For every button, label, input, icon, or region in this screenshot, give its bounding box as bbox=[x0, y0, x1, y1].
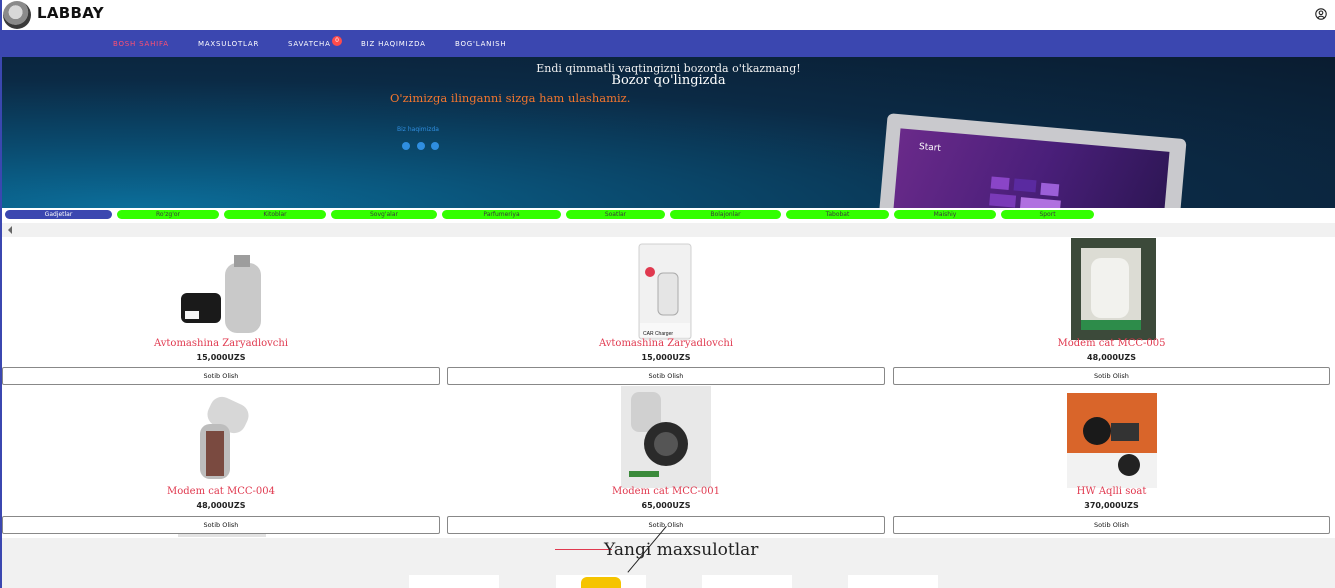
category-watches[interactable]: Soatlar bbox=[566, 210, 665, 219]
buy-button[interactable]: Sotib Olish bbox=[2, 367, 440, 385]
logo-image[interactable] bbox=[3, 1, 31, 29]
screen-tile bbox=[989, 193, 1017, 208]
hero-title: Bozor qo'lingizda bbox=[611, 73, 726, 88]
laptop-screen: Start bbox=[891, 128, 1170, 208]
category-household[interactable]: Ro'zg'or bbox=[117, 210, 219, 219]
nav-contact[interactable]: BOG'LANISH bbox=[455, 40, 506, 48]
section-title: Yangi maxsulotlar bbox=[604, 540, 759, 560]
product-image[interactable] bbox=[1067, 393, 1157, 488]
category-perfume[interactable]: Parfumeriya bbox=[442, 210, 561, 219]
product-name[interactable]: Avtomashina Zaryadlovchi bbox=[447, 338, 885, 349]
screen-tile bbox=[1013, 178, 1037, 193]
category-home-appliances[interactable]: Maishiy bbox=[894, 210, 996, 219]
product-price: 48,000UZS bbox=[196, 501, 246, 510]
product-price: 48,000UZS bbox=[1087, 353, 1136, 362]
category-gadgets[interactable]: Gadjetlar bbox=[5, 210, 112, 219]
category-sport[interactable]: Sport bbox=[1001, 210, 1094, 219]
user-circle-icon[interactable] bbox=[1315, 8, 1327, 20]
thumb-toy bbox=[581, 577, 621, 588]
telegram-icon[interactable] bbox=[431, 142, 439, 150]
product-name[interactable]: Modem cat MCC-001 bbox=[447, 486, 885, 497]
category-gifts[interactable]: Sovg'alar bbox=[331, 210, 437, 219]
instagram-icon[interactable] bbox=[417, 142, 425, 150]
category-medicine[interactable]: Tabobat bbox=[786, 210, 889, 219]
hero-banner: Endi qimmatli vaqtingizni bozorda o'tkaz… bbox=[2, 57, 1335, 208]
box-label: CAR Charger bbox=[643, 331, 673, 337]
product-price: 370,000UZS bbox=[1084, 501, 1139, 510]
product-name[interactable]: Avtomashina Zaryadlovchi bbox=[2, 338, 440, 349]
top-header: LABBAY bbox=[0, 0, 1335, 30]
product-name[interactable]: Modem cat MCC-004 bbox=[2, 486, 440, 497]
main-nav: BOSH SAHIFA MAXSULOTLAR SAVATCHA 0 BIZ H… bbox=[2, 30, 1335, 57]
new-product-thumb[interactable] bbox=[848, 575, 938, 588]
hero-subtitle: O'zimizga ilinganni sizga ham ulashamiz. bbox=[390, 91, 631, 105]
screen-start-text: Start bbox=[918, 142, 942, 154]
screen-tile bbox=[1040, 182, 1060, 197]
product-image[interactable] bbox=[621, 386, 711, 488]
product-name[interactable]: HW Aqlli soat bbox=[893, 486, 1330, 497]
nav-products[interactable]: MAXSULOTLAR bbox=[198, 40, 259, 48]
product-name[interactable]: Modem cat MCC-005 bbox=[893, 338, 1330, 349]
new-product-thumb[interactable] bbox=[409, 575, 499, 588]
laptop-image: Start bbox=[877, 113, 1187, 208]
product-price: 65,000UZS bbox=[641, 501, 691, 510]
screen-tile bbox=[1019, 197, 1061, 208]
nav-home[interactable]: BOSH SAHIFA bbox=[113, 40, 169, 48]
new-product-thumb[interactable] bbox=[702, 575, 792, 588]
left-border bbox=[0, 0, 2, 588]
product-price: 15,000UZS bbox=[641, 353, 691, 362]
buy-button[interactable]: Sotib Olish bbox=[893, 516, 1330, 534]
about-link[interactable]: Biz haqimizda bbox=[397, 126, 439, 133]
divider bbox=[178, 534, 266, 537]
brand-name[interactable]: LABBAY bbox=[37, 4, 104, 22]
new-product-thumb[interactable] bbox=[556, 575, 646, 588]
filter-bar bbox=[2, 223, 1335, 237]
nav-cart[interactable]: SAVATCHA bbox=[288, 40, 331, 48]
category-kids[interactable]: Bolajonlar bbox=[670, 210, 781, 219]
product-image[interactable] bbox=[177, 255, 265, 335]
buy-button[interactable]: Sotib Olish bbox=[893, 367, 1330, 385]
product-price: 15,000UZS bbox=[196, 353, 246, 362]
buy-button[interactable]: Sotib Olish bbox=[2, 516, 440, 534]
product-image[interactable] bbox=[186, 396, 254, 488]
nav-about[interactable]: BIZ HAQIMIZDA bbox=[361, 40, 426, 48]
category-books[interactable]: Kitoblar bbox=[224, 210, 326, 219]
buy-button[interactable]: Sotib Olish bbox=[447, 367, 885, 385]
product-image[interactable]: CAR Charger bbox=[638, 243, 692, 340]
product-image[interactable] bbox=[1071, 238, 1156, 340]
caret-left-icon[interactable] bbox=[8, 226, 12, 234]
buy-button[interactable]: Sotib Olish bbox=[447, 516, 885, 534]
facebook-icon[interactable] bbox=[402, 142, 410, 150]
screen-tile bbox=[990, 176, 1010, 190]
cart-badge: 0 bbox=[332, 36, 342, 46]
